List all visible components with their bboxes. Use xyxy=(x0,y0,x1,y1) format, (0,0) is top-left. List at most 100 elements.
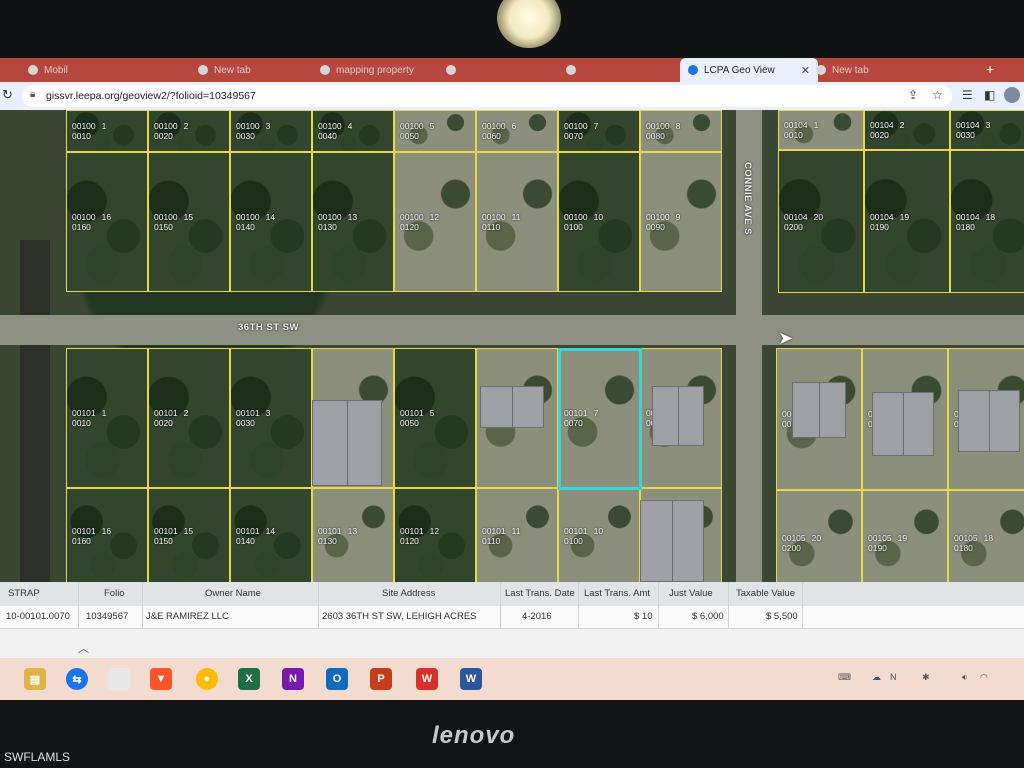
lot-number: 5 xyxy=(429,121,435,131)
favicon xyxy=(28,65,38,75)
brave-icon[interactable]: ▼ xyxy=(150,668,172,690)
lot-block-code: 00101 xyxy=(564,526,588,536)
lot-block-code: 00100 xyxy=(564,212,588,222)
lot-block-code: 00101 xyxy=(154,408,178,418)
lot-parcel-code: 0180 xyxy=(954,543,973,553)
collapse-chevron-icon[interactable]: ︿ xyxy=(78,640,89,656)
lot-parcel-code: 0040 xyxy=(318,131,337,141)
onenote-icon[interactable]: N xyxy=(282,668,304,690)
col-strap[interactable]: STRAP xyxy=(8,588,40,599)
house-roof xyxy=(958,390,1020,452)
lot-block-code: 00100 xyxy=(646,212,670,222)
onenote-tray-icon[interactable]: N xyxy=(890,672,897,682)
tab-new-tab[interactable]: New tab xyxy=(190,60,316,80)
side-panel-icon[interactable]: ◧ xyxy=(984,88,995,102)
lot-number: 12 xyxy=(429,526,440,536)
lot-label: 00100 14 0140 xyxy=(236,212,275,232)
speaker-icon[interactable]: 🔉︎ xyxy=(962,672,968,683)
lot-parcel-code: 0060 xyxy=(482,131,501,141)
address-bar[interactable]: 🔒︎ gissvr.leepa.org/geoview2/?folioid=10… xyxy=(22,85,952,107)
excel-icon[interactable]: X xyxy=(238,668,260,690)
lot-block-code: 00100 xyxy=(318,212,342,222)
lot-parcel-code: 0110 xyxy=(482,536,501,546)
lot-parcel-code: 0100 xyxy=(564,222,583,232)
bookmark-star-icon[interactable]: ☆ xyxy=(932,88,943,102)
lot-label: 00105 18 0180 xyxy=(954,533,993,553)
tab-new-tab-2[interactable]: New tab xyxy=(808,60,934,80)
lot-number: 3 xyxy=(985,120,991,130)
lot-block-code: 00100 xyxy=(236,121,260,131)
teamviewer-icon[interactable]: ⇆ xyxy=(66,668,88,690)
bluetooth-icon[interactable]: ✱ xyxy=(922,672,930,683)
wps-icon[interactable]: W xyxy=(416,668,438,690)
tab-mapping-property[interactable]: mapping property xyxy=(312,60,438,80)
lot-block-code: 00101 xyxy=(72,526,96,536)
word-icon[interactable]: W xyxy=(460,668,482,690)
lot-block-code: 00100 xyxy=(400,212,424,222)
lot-parcel-code: 0010 xyxy=(784,130,803,140)
reload-icon[interactable]: ↻ xyxy=(2,87,13,103)
lot-number: 11 xyxy=(511,212,521,222)
new-tab-icon[interactable]: + xyxy=(986,61,994,77)
lot-parcel-code: 0140 xyxy=(236,222,255,232)
lot-block-code: 00101 xyxy=(400,408,424,418)
lot-parcel-code: 0010 xyxy=(72,131,91,141)
column-divider xyxy=(78,582,79,628)
col-owner-name[interactable]: Owner Name xyxy=(205,588,261,599)
lot-block-code: 00105 xyxy=(868,533,892,543)
col-last-trans-amt[interactable]: Last Trans. Amt xyxy=(584,588,650,599)
avatar[interactable] xyxy=(1004,87,1020,103)
lot-number: 12 xyxy=(429,212,440,222)
lot-label: 00100 3 0030 xyxy=(236,121,270,141)
lot-block-code: 00101 xyxy=(482,526,506,536)
tab-blank-2[interactable] xyxy=(558,60,684,80)
lot-parcel-code: 0120 xyxy=(400,536,419,546)
watermark: SWFLAMLS xyxy=(4,750,71,764)
house-roof xyxy=(640,500,704,582)
lot-label: 00104 18 0180 xyxy=(956,212,995,232)
col-folio[interactable]: Folio xyxy=(104,588,125,599)
col-site-address[interactable]: Site Address xyxy=(382,588,435,599)
reading-list-icon[interactable]: ☰ xyxy=(962,88,973,102)
col-taxable-value[interactable]: Taxable Value xyxy=(736,588,795,599)
lot-block-code: 00104 xyxy=(956,120,980,130)
cloud-icon[interactable]: ☁ xyxy=(872,672,881,683)
keyboard-icon[interactable]: ⌨ xyxy=(838,672,851,683)
lot-number: 18 xyxy=(985,212,996,222)
tab-mobil[interactable]: Mobil xyxy=(20,60,146,80)
lot-number: 14 xyxy=(265,526,276,536)
lot-parcel-code: 0070 xyxy=(564,131,583,141)
share-icon[interactable]: ⇪ xyxy=(908,88,918,102)
table-row[interactable]: 10-00101.0070 10349567 J&E RAMIREZ LLC 2… xyxy=(0,606,1024,629)
file-explorer-icon[interactable]: ▤ xyxy=(24,668,46,690)
lot-block-code: 00100 xyxy=(72,212,96,222)
tab-blank-1[interactable] xyxy=(438,60,564,80)
lot-number: 14 xyxy=(265,212,276,222)
col-last-trans-date[interactable]: Last Trans. Date xyxy=(505,588,575,599)
lot-number: 9 xyxy=(675,212,681,222)
lot-parcel-code: 0050 xyxy=(400,418,419,428)
parcel-map[interactable]: 36TH ST SW CONNIE AVE S 00100 1 0010 00100 2… xyxy=(0,110,1024,582)
lot-label: 00101 3 0030 xyxy=(236,408,270,428)
column-divider xyxy=(142,582,143,628)
lot-parcel-code: 0190 xyxy=(870,222,889,232)
lot-parcel-code: 0150 xyxy=(154,536,173,546)
wifi-icon[interactable]: ◠ xyxy=(980,672,988,683)
tab-lcpa-geo-view[interactable]: LCPA Geo View ✕ xyxy=(680,58,818,82)
lot-block-code: 00100 xyxy=(318,121,342,131)
lot-number: 13 xyxy=(347,526,358,536)
lot-number: 20 xyxy=(813,212,824,222)
column-divider xyxy=(658,582,659,628)
lot-parcel-code: 0130 xyxy=(318,222,337,232)
selected-parcel-highlight[interactable] xyxy=(558,348,642,490)
chrome-icon[interactable]: ● xyxy=(196,668,218,690)
cell-owner-name: J&E RAMIREZ LLC xyxy=(146,611,229,622)
lot-label: 00100 11 0110 xyxy=(482,212,520,232)
powerpoint-icon[interactable]: P xyxy=(370,668,392,690)
col-just-value[interactable]: Just Value xyxy=(669,588,713,599)
lot-number: 3 xyxy=(265,408,271,418)
outlook-icon[interactable]: O xyxy=(326,668,348,690)
file-icon[interactable] xyxy=(108,668,130,690)
lot-label: 00100 4 0040 xyxy=(318,121,352,141)
lot-label: 00100 8 0080 xyxy=(646,121,680,141)
